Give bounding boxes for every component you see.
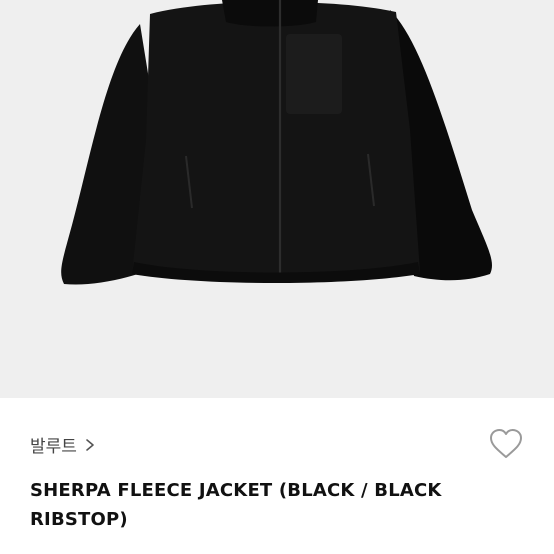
chevron-right-icon [86, 438, 94, 451]
brand-link[interactable]: 발루트 [30, 432, 97, 457]
jacket-illustration [61, 0, 492, 285]
product-info: 발루트 SHERPA FLEECE JACKET (BLACK / BLACK … [0, 398, 554, 554]
heart-outline-icon[interactable] [488, 426, 524, 462]
product-image[interactable] [0, 0, 554, 398]
brand-name: 발루트 [30, 437, 77, 456]
product-title: SHERPA FLEECE JACKET (BLACK / BLACK RIBS… [30, 480, 442, 530]
